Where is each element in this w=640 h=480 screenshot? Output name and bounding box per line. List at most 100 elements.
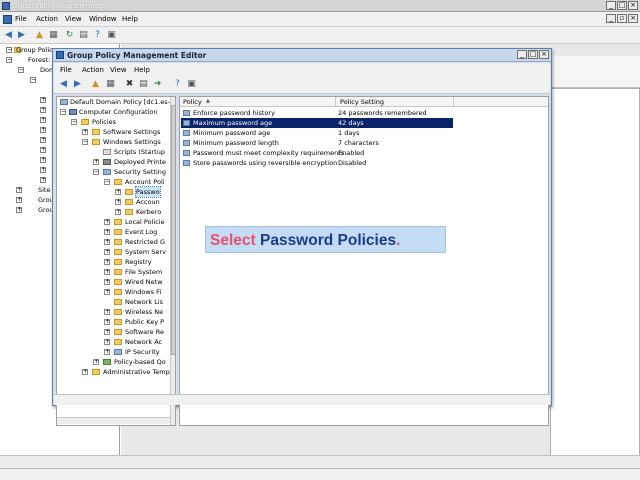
expand-icon[interactable]: + <box>104 229 110 235</box>
expand-icon[interactable]: + <box>104 239 110 245</box>
expand-icon[interactable]: + <box>40 167 46 173</box>
outer-tree-forest[interactable]: Forest: <box>28 56 50 64</box>
expand-icon[interactable]: + <box>104 339 110 345</box>
column-divider[interactable] <box>335 97 336 107</box>
expand-icon[interactable]: + <box>16 187 22 193</box>
editor-properties-icon[interactable]: ▤ <box>138 79 149 90</box>
expand-icon[interactable]: + <box>104 309 110 315</box>
expand-icon[interactable]: + <box>104 269 110 275</box>
collapse-icon[interactable]: − <box>93 169 99 175</box>
expand-icon[interactable]: + <box>104 279 110 285</box>
policy-row[interactable]: Minimum password length 7 characters <box>181 138 453 148</box>
properties-icon[interactable]: ▤ <box>78 30 89 41</box>
policy-row[interactable]: Minimum password age 1 days <box>181 128 453 138</box>
editor-view-icon[interactable]: ▣ <box>186 79 197 90</box>
refresh-icon[interactable]: ↻ <box>64 30 75 41</box>
collapse-icon[interactable]: − <box>104 179 110 185</box>
back-icon[interactable]: ◀ <box>3 30 14 41</box>
tree-scroll-thumb[interactable] <box>171 105 175 355</box>
mdi-restore-button[interactable]: ▫ <box>617 14 627 23</box>
editor-title-bar[interactable]: Group Policy Management Editor _ □ × <box>53 49 551 62</box>
menu-help[interactable]: Help <box>122 15 138 23</box>
help-icon[interactable]: ? <box>92 30 103 41</box>
callout-word-target: Password Policies <box>259 232 397 249</box>
expand-icon[interactable]: + <box>104 219 110 225</box>
folder-icon <box>114 219 122 225</box>
menu-action[interactable]: Action <box>36 15 58 23</box>
policy-row[interactable]: Enforce password history 24 passwords re… <box>181 108 453 118</box>
editor-menu-action[interactable]: Action <box>82 66 104 74</box>
expand-icon[interactable]: + <box>93 359 99 365</box>
forward-icon[interactable]: ▶ <box>16 30 27 41</box>
expand-icon[interactable]: + <box>104 319 110 325</box>
menu-window[interactable]: Window <box>89 15 117 23</box>
expand-icon[interactable]: + <box>104 289 110 295</box>
collapse-icon[interactable]: − <box>6 57 12 63</box>
expand-icon[interactable]: + <box>40 117 46 123</box>
collapse-icon[interactable]: − <box>18 67 24 73</box>
outer-horizontal-scrollbar[interactable] <box>0 455 640 468</box>
tree-horizontal-scrollbar[interactable] <box>57 417 170 424</box>
editor-back-icon[interactable]: ◀ <box>58 79 69 90</box>
expand-icon[interactable]: + <box>40 97 46 103</box>
policy-row-selected[interactable]: Maximum password age 42 days <box>181 118 453 128</box>
maximize-button[interactable]: □ <box>617 1 627 10</box>
editor-show-tree-icon[interactable]: ▦ <box>105 79 116 90</box>
collapse-icon[interactable]: − <box>82 139 88 145</box>
editor-menu-help[interactable]: Help <box>134 66 150 74</box>
column-policy[interactable]: Policy <box>183 98 202 106</box>
column-divider[interactable] <box>453 97 454 107</box>
menu-view[interactable]: View <box>65 15 82 23</box>
expand-icon[interactable]: + <box>40 177 46 183</box>
collapse-icon[interactable]: − <box>60 109 66 115</box>
editor-maximize-button[interactable]: □ <box>528 50 538 59</box>
tree-vertical-scrollbar[interactable] <box>170 97 175 425</box>
column-policy-setting[interactable]: Policy Setting <box>340 98 384 106</box>
folder-icon <box>81 119 89 125</box>
expand-icon[interactable]: + <box>40 127 46 133</box>
collapse-icon[interactable]: − <box>30 77 36 83</box>
main-toolbar: ◀ ▶ ▲ ▦ ↻ ▤ ? ▣ <box>0 27 640 44</box>
expand-icon[interactable]: + <box>40 147 46 153</box>
expand-icon[interactable]: + <box>104 259 110 265</box>
policy-setting-icon <box>183 160 190 166</box>
policy-row[interactable]: Store passwords using reversible encrypt… <box>181 158 453 168</box>
close-button[interactable]: × <box>628 1 638 10</box>
editor-close-button[interactable]: × <box>539 50 549 59</box>
expand-icon[interactable]: + <box>93 159 99 165</box>
policy-row[interactable]: Password must meet complexity requiremen… <box>181 148 453 158</box>
menu-file[interactable]: File <box>15 15 27 23</box>
expand-icon[interactable]: + <box>104 249 110 255</box>
view-icon[interactable]: ▣ <box>106 30 117 41</box>
show-tree-icon[interactable]: ▦ <box>48 30 59 41</box>
mdi-icon[interactable] <box>3 15 12 24</box>
outer-tree-gpm[interactable]: Group Policy <box>16 46 57 54</box>
export-list-icon[interactable]: ➜ <box>152 79 163 90</box>
collapse-icon[interactable]: − <box>71 119 77 125</box>
up-folder-icon[interactable]: ▲ <box>34 30 45 41</box>
delete-icon[interactable]: ✖ <box>124 79 135 90</box>
editor-forward-icon[interactable]: ▶ <box>72 79 83 90</box>
expand-icon[interactable]: + <box>104 329 110 335</box>
editor-help-icon[interactable]: ? <box>172 79 183 90</box>
expand-icon[interactable]: + <box>104 349 110 355</box>
expand-icon[interactable]: + <box>16 197 22 203</box>
expand-icon[interactable]: + <box>40 137 46 143</box>
collapse-icon[interactable]: − <box>6 47 12 53</box>
expand-icon[interactable]: + <box>82 369 88 375</box>
expand-icon[interactable]: + <box>40 107 46 113</box>
editor-menu-view[interactable]: View <box>110 66 127 74</box>
outer-tree-sites[interactable]: Site <box>38 186 50 194</box>
expand-icon[interactable]: + <box>16 207 22 213</box>
expand-icon[interactable]: + <box>115 209 121 215</box>
editor-minimize-button[interactable]: _ <box>517 50 527 59</box>
expand-icon[interactable]: + <box>115 199 121 205</box>
minimize-button[interactable]: _ <box>606 1 616 10</box>
editor-up-folder-icon[interactable]: ▲ <box>90 79 101 90</box>
expand-icon[interactable]: + <box>82 129 88 135</box>
mdi-minimize-button[interactable]: _ <box>606 14 616 23</box>
expand-icon[interactable]: + <box>115 189 121 195</box>
mdi-close-button[interactable]: × <box>628 14 638 23</box>
expand-icon[interactable]: + <box>40 157 46 163</box>
editor-menu-file[interactable]: File <box>60 66 72 74</box>
